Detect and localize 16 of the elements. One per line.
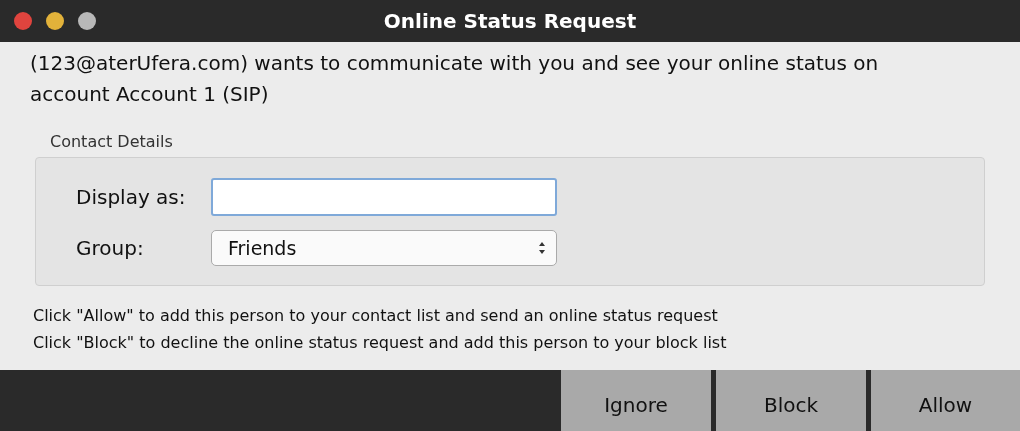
instruction-text: Click "Block" to decline the online status request and add this person to your block list — [33, 332, 728, 354]
zoom-icon[interactable] — [78, 12, 96, 30]
group-box-title: Contact Details — [50, 132, 173, 151]
dialog-button[interactable]: Ignore — [561, 370, 711, 431]
group-dropdown[interactable]: Friends — [211, 229, 557, 266]
window-title: Online Status Request — [383, 9, 637, 33]
instruction-text: Click "Allow" to add this person to your contact list and send an online status request — [33, 305, 719, 327]
dialog-button[interactable]: Allow — [871, 370, 1020, 431]
field-label: Group: — [76, 235, 145, 260]
request-message: (123@aterUfera.com) wants to communicate with you and see your online status on account Account 1 (SIP) — [30, 50, 880, 108]
field-label: Display as: — [76, 184, 187, 209]
dialog-button[interactable]: Block — [716, 370, 866, 431]
close-icon[interactable] — [14, 12, 32, 30]
stepper-icon — [538, 240, 546, 255]
display-as-field[interactable] — [211, 177, 557, 216]
minimize-icon[interactable] — [46, 12, 64, 30]
